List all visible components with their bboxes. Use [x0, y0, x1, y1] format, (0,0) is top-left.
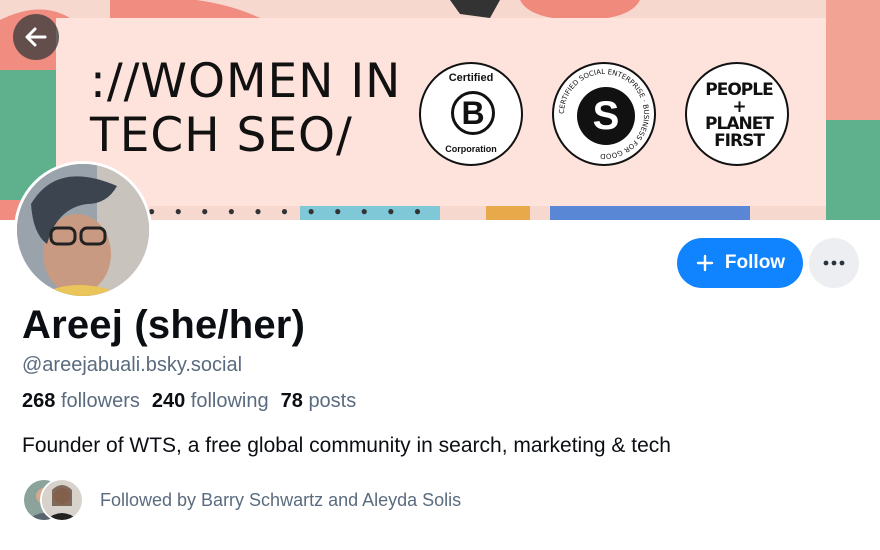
posts-count: 78: [280, 390, 303, 412]
posts-stat: 78 posts: [281, 390, 357, 413]
ellipsis-icon: [823, 260, 845, 266]
follow-button[interactable]: Follow: [677, 238, 803, 288]
plus-icon: [696, 254, 714, 272]
profile-bio: Founder of WTS, a free global community …: [22, 434, 671, 457]
following-label: following: [190, 390, 269, 412]
posts-label: posts: [308, 390, 357, 412]
profile-avatar[interactable]: [14, 161, 152, 299]
social-enterprise-letter: S: [577, 87, 635, 145]
followed-by-row[interactable]: Followed by Barry Schwartz and Aleyda So…: [22, 478, 461, 522]
following-link[interactable]: 240 following: [152, 390, 269, 413]
b-corp-letter: B: [451, 91, 495, 135]
followers-count: 268: [22, 390, 56, 412]
followers-label: followers: [60, 390, 140, 412]
more-options-button[interactable]: [809, 238, 859, 288]
wordmark-line-2: TECH SEO/: [90, 108, 353, 163]
follow-label: Follow: [724, 252, 786, 273]
dot-pattern: ● ● ● ● ● ● ● ● ● ● ●: [148, 204, 430, 218]
followed-by-text: Followed by Barry Schwartz and Aleyda So…: [100, 489, 462, 510]
banner-wordmark: ://WOMEN IN TECH SEO/: [90, 55, 401, 163]
people-planet-text: PEOPLE + PLANET FIRST: [695, 82, 783, 150]
social-enterprise-badge: CERTIFIED SOCIAL ENTERPRISE · BUSINESS F…: [552, 62, 656, 166]
back-button[interactable]: [13, 14, 59, 60]
profile-stats: 268 followers 240 following 78 posts: [22, 390, 356, 413]
followers-link[interactable]: 268 followers: [22, 390, 140, 413]
wordmark-line-1: ://WOMEN IN: [90, 54, 402, 109]
people-planet-badge: PEOPLE + PLANET FIRST: [685, 62, 789, 166]
b-corp-top-text: Certified: [448, 72, 494, 84]
display-name: Areej (she/her): [22, 303, 306, 347]
follower-avatar: [40, 478, 84, 522]
followed-by-avatars: [22, 478, 84, 522]
b-corp-badge: Certified B Corporation: [419, 62, 523, 166]
user-handle: @areejabuali.bsky.social: [22, 354, 243, 376]
following-count: 240: [151, 390, 186, 412]
avatar-image: [17, 164, 149, 296]
first-line: FIRST: [714, 131, 765, 151]
arrow-left-icon: [25, 27, 47, 47]
b-corp-bottom-text: Corporation: [445, 144, 497, 154]
